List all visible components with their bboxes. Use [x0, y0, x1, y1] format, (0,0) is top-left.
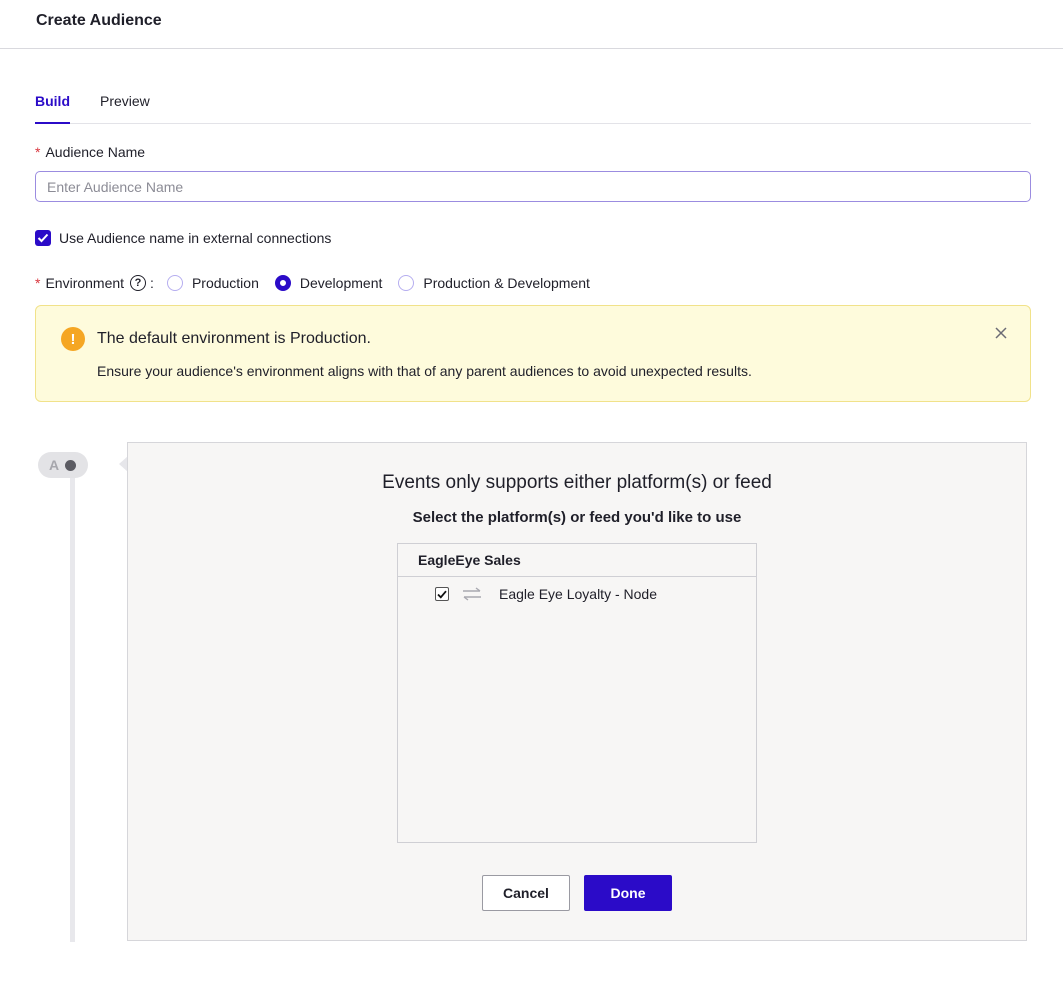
env-option-production[interactable]: Production [166, 275, 259, 291]
env-option-production-development[interactable]: Production & Development [398, 275, 590, 291]
audience-name-input[interactable] [35, 171, 1031, 202]
close-icon[interactable] [995, 323, 1007, 344]
environment-row: * Environment ? : Production Development… [35, 275, 590, 291]
radio-development[interactable] [274, 275, 291, 291]
environment-alert: ! The default environment is Production.… [35, 305, 1031, 402]
panel-subtitle: Select the platform(s) or feed you'd lik… [412, 509, 742, 526]
audience-name-label: * Audience Name [35, 144, 146, 160]
warning-icon: ! [61, 327, 85, 351]
list-item[interactable]: Eagle Eye Loyalty - Node [435, 586, 657, 602]
step-timeline [70, 477, 75, 942]
env-option-development[interactable]: Development [274, 275, 383, 291]
radio-production[interactable] [166, 275, 183, 291]
required-marker: * [35, 144, 41, 160]
platform-list-header: EagleEye Sales [398, 544, 756, 577]
external-name-checkbox[interactable] [35, 229, 51, 246]
step-dot [65, 459, 77, 471]
page-header: Create Audience [0, 0, 1063, 49]
external-name-option[interactable]: Use Audience name in external connection… [35, 229, 331, 246]
platform-list: EagleEye Sales Eagle Eye Loyalty - Node [397, 543, 757, 843]
alert-description: Ensure your audience's environment align… [97, 363, 752, 379]
question-circle-icon[interactable]: ? [130, 275, 147, 291]
env-option-label: Production [191, 275, 259, 291]
step-badge: A [38, 452, 88, 478]
step-letter: A [49, 457, 60, 473]
source-selection-panel: Events only supports either platform(s) … [127, 442, 1027, 941]
tab-preview[interactable]: Preview [100, 93, 150, 109]
done-button[interactable]: Done [584, 875, 672, 911]
tab-bar: Build Preview [35, 84, 1031, 124]
alert-title: The default environment is Production. [97, 330, 371, 347]
env-option-label: Development [299, 275, 383, 291]
env-option-label: Production & Development [423, 275, 590, 291]
platform-label: Eagle Eye Loyalty - Node [499, 586, 657, 602]
external-name-label: Use Audience name in external connection… [59, 229, 332, 246]
tab-build[interactable]: Build [35, 93, 70, 124]
environment-label: Environment [45, 275, 125, 291]
cancel-button[interactable]: Cancel [482, 875, 570, 911]
page-title: Create Audience [36, 12, 162, 29]
radio-production-development[interactable] [398, 275, 415, 291]
checkmark-icon [37, 233, 49, 242]
panel-title: Events only supports either platform(s) … [382, 472, 772, 493]
platform-checkbox[interactable] [435, 587, 449, 601]
sync-arrows-icon [463, 587, 481, 601]
required-marker: * [35, 275, 41, 291]
checkmark-icon [437, 590, 447, 599]
